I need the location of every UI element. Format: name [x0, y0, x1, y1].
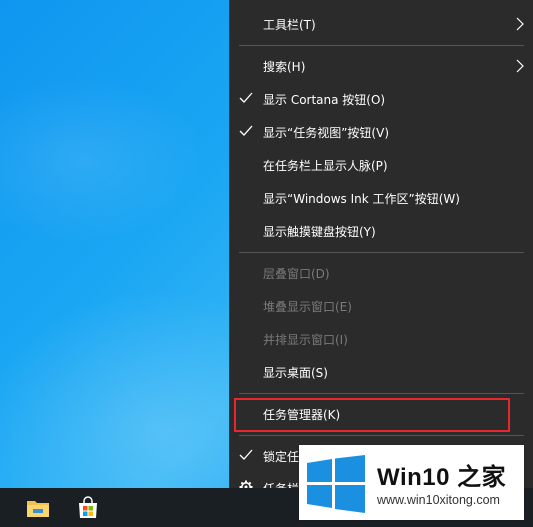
menu-item-label: 堆叠显示窗口(E): [263, 299, 352, 314]
menu-item-label: 搜索(H): [263, 59, 306, 74]
menu-item-label: 并排显示窗口(I): [263, 332, 348, 347]
menu-separator: [239, 393, 524, 394]
checkmark-icon: [239, 449, 253, 460]
menu-item-side-by-side-windows[interactable]: 并排显示窗口(I): [230, 323, 533, 355]
watermark-url: www.win10xitong.com: [377, 493, 500, 507]
menu-separator: [239, 435, 524, 436]
menu-item-show-task-view[interactable]: 显示“任务视图”按钮(V): [230, 116, 533, 148]
menu-item-show-touch-keyboard[interactable]: 显示触摸键盘按钮(Y): [230, 215, 533, 247]
menu-item-label: 显示触摸键盘按钮(Y): [263, 224, 376, 239]
chevron-right-icon: [516, 17, 524, 31]
menu-item-label: 显示“Windows Ink 工作区”按钮(W): [263, 191, 460, 206]
menu-separator: [239, 45, 524, 46]
windows-logo-icon: [307, 455, 365, 513]
menu-item-label: 显示“任务视图”按钮(V): [263, 125, 390, 140]
menu-item-label: 显示 Cortana 按钮(O): [263, 92, 386, 107]
menu-item-label: 工具栏(T): [263, 17, 316, 32]
menu-item-show-windows-ink[interactable]: 显示“Windows Ink 工作区”按钮(W): [230, 182, 533, 214]
chevron-right-icon: [516, 59, 524, 73]
menu-item-show-cortana[interactable]: 显示 Cortana 按钮(O): [230, 83, 533, 115]
checkmark-icon: [239, 125, 253, 136]
menu-item-label: 在任务栏上显示人脉(P): [263, 158, 388, 173]
menu-item-toolbars[interactable]: 工具栏(T): [230, 8, 533, 40]
taskbar-context-menu: 工具栏(T) 搜索(H) 显示 Cortana 按钮(O) 显示“任务视图”按钮…: [229, 0, 533, 496]
menu-item-show-desktop[interactable]: 显示桌面(S): [230, 356, 533, 388]
menu-item-cascade-windows[interactable]: 层叠窗口(D): [230, 257, 533, 289]
watermark-title: Win10 之家: [377, 464, 507, 491]
menu-item-search[interactable]: 搜索(H): [230, 50, 533, 82]
menu-item-stack-windows[interactable]: 堆叠显示窗口(E): [230, 290, 533, 322]
watermark-badge: Win10 之家 www.win10xitong.com: [299, 445, 524, 520]
highlight-box: [234, 398, 510, 432]
microsoft-store-icon[interactable]: [76, 496, 100, 520]
menu-item-show-people[interactable]: 在任务栏上显示人脉(P): [230, 149, 533, 181]
file-explorer-icon[interactable]: [26, 496, 50, 520]
checkmark-icon: [239, 92, 253, 103]
menu-item-label: 层叠窗口(D): [263, 266, 330, 281]
menu-separator: [239, 252, 524, 253]
menu-item-label: 锁定任: [263, 449, 300, 464]
menu-item-label: 显示桌面(S): [263, 365, 328, 380]
